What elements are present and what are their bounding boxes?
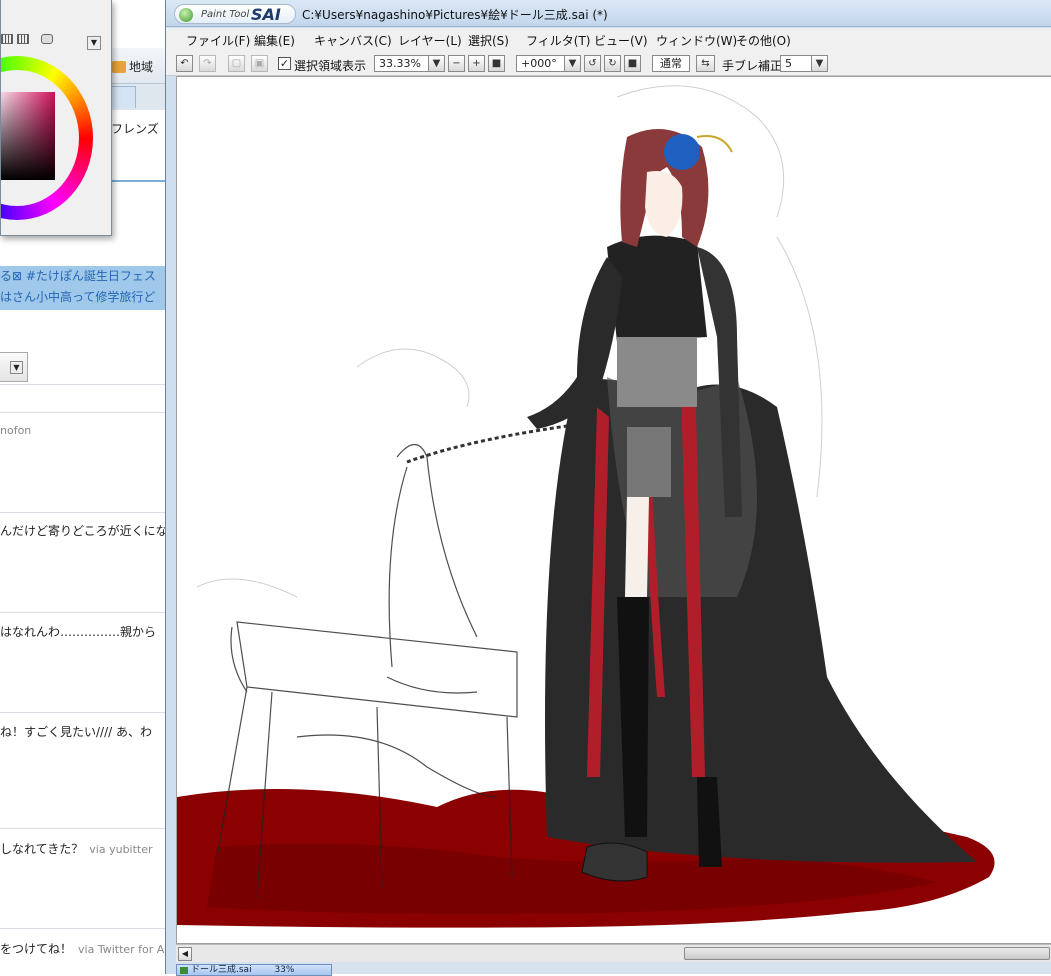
horizontal-scrollbar[interactable]: ◀	[176, 944, 1051, 962]
tweet-user[interactable]: nofon	[0, 424, 31, 437]
region-label: 地域	[129, 60, 154, 74]
menu-other[interactable]: その他(O)	[736, 32, 791, 49]
blend-mode-field[interactable]: 通常	[652, 55, 690, 72]
deselect-button[interactable]: ▢	[228, 55, 245, 72]
divider	[0, 612, 170, 613]
artwork	[177, 85, 995, 928]
divider	[0, 384, 170, 385]
invert-selection-button[interactable]: ▣	[251, 55, 268, 72]
tweet-body: をつけてね！	[0, 942, 73, 956]
tweet-text: はなれんわ……………親から	[0, 623, 170, 640]
tweet-body: んだけど寄りどころが近くにな	[0, 524, 168, 538]
tweet-via[interactable]: via Twitter for A	[78, 943, 164, 956]
document-tab[interactable]: ドール三成.sai 33%	[176, 964, 332, 976]
show-selection-label: 選択領域表示	[294, 59, 367, 73]
tweet-body: しなれてきた？	[0, 842, 84, 856]
stabilizer-label: 手ブレ補正	[722, 59, 783, 73]
menu-edit[interactable]: 編集(E)	[254, 32, 295, 49]
highlight-line-2: はさん小中高って修学旅行ど	[0, 290, 156, 304]
tweet-text: しなれてきた？ via yubitter	[0, 840, 170, 857]
panel-menu-button[interactable]: ▼	[87, 36, 101, 50]
title-bar: Paint Tool SAI C:¥Users¥nagashino¥Pictur…	[166, 0, 1051, 27]
undo-button[interactable]: ↶	[176, 55, 193, 72]
divider	[0, 512, 170, 513]
zoom-reset-button[interactable]: ■	[488, 55, 505, 72]
divider	[0, 412, 170, 413]
stabilizer-dropdown-chevron-icon[interactable]: ▼	[811, 55, 828, 72]
divider	[0, 828, 170, 829]
menu-filter[interactable]: フィルタ(T)	[526, 32, 590, 49]
divider	[0, 712, 170, 713]
rotate-left-button[interactable]: ↺	[584, 55, 601, 72]
redo-button[interactable]: ↷	[199, 55, 216, 72]
status-bar: ドール三成.sai 33%	[176, 962, 1051, 976]
filter-dropdown[interactable]: ▼	[0, 352, 28, 382]
drawing-canvas[interactable]	[176, 76, 1051, 944]
show-selection-checkbox[interactable]: ✓	[278, 57, 291, 70]
rotation-dropdown-chevron-icon[interactable]: ▼	[564, 55, 581, 72]
scroll-thumb[interactable]	[684, 947, 1050, 960]
menu-layer[interactable]: レイヤー(L)	[398, 32, 462, 49]
menu-canvas[interactable]: キャンバス(C)	[314, 32, 392, 49]
sai-logo: Paint Tool SAI	[174, 4, 296, 24]
sai-window: Paint Tool SAI C:¥Users¥nagashino¥Pictur…	[165, 0, 1051, 976]
region-icon	[112, 61, 126, 73]
rotate-reset-button[interactable]: ■	[624, 55, 641, 72]
zoom-in-button[interactable]: +	[468, 55, 485, 72]
logo-text-sai: SAI	[251, 5, 281, 24]
logo-text-painttool: Paint Tool	[201, 9, 250, 20]
tweet-text: んだけど寄りどころが近くにな	[0, 522, 170, 539]
chevron-down-icon: ▼	[10, 361, 23, 374]
color-mode-icon[interactable]	[17, 34, 29, 44]
menu-view[interactable]: ビュー(V)	[594, 32, 648, 49]
logo-ball-icon	[179, 8, 193, 22]
figure	[527, 129, 977, 882]
menu-select[interactable]: 選択(S)	[468, 32, 509, 49]
zoom-dropdown-chevron-icon[interactable]: ▼	[428, 55, 445, 72]
scroll-left-arrow-icon[interactable]: ◀	[178, 947, 192, 961]
canvas-toolbar: ↶ ↷ ▢ ▣ ✓ 選択領域表示 33.33% ▼ − + ■ +000° ▼ …	[166, 50, 1051, 76]
menu-window[interactable]: ウィンドウ(W)	[656, 32, 737, 49]
menu-bar: ファイル(F) 編集(E) キャンバス(C) レイヤー(L) 選択(S) フィル…	[166, 28, 1051, 50]
stabilizer-field[interactable]: 5	[780, 55, 814, 72]
highlight-line-1: る⊠ #たけぽん誕生日フェス	[0, 269, 156, 283]
tweet-body: はなれんわ……………親から	[0, 625, 157, 639]
color-mode-icon[interactable]	[41, 34, 53, 44]
zoom-out-button[interactable]: −	[448, 55, 465, 72]
divider	[0, 928, 170, 929]
saturation-value-square[interactable]	[1, 92, 55, 180]
tweet-via[interactable]: via yubitter	[89, 843, 152, 856]
color-mode-icon[interactable]	[1, 34, 13, 44]
tweet-text: をつけてね！ via Twitter for A	[0, 940, 170, 957]
window-title: C:¥Users¥nagashino¥Pictures¥絵¥ドール三成.sai …	[302, 8, 608, 22]
color-picker-panel: ▼	[0, 0, 112, 236]
highlighted-tweet[interactable]: る⊠ #たけぽん誕生日フェス はさん小中高って修学旅行ど	[0, 266, 170, 310]
blue-rose	[664, 134, 700, 170]
rotate-right-button[interactable]: ↻	[604, 55, 621, 72]
tweet-body: ね！すごく見たい//// あ、わ	[0, 725, 152, 739]
flip-horizontal-button[interactable]: ⇆	[696, 55, 715, 72]
zoom-field[interactable]: 33.33%	[374, 55, 434, 72]
menu-file[interactable]: ファイル(F)	[186, 32, 250, 49]
tweet-text: ね！すごく見たい//// あ、わ	[0, 723, 170, 740]
document-icon	[180, 967, 188, 974]
active-tab[interactable]	[108, 86, 136, 108]
region-tab[interactable]: 地域	[112, 58, 153, 75]
